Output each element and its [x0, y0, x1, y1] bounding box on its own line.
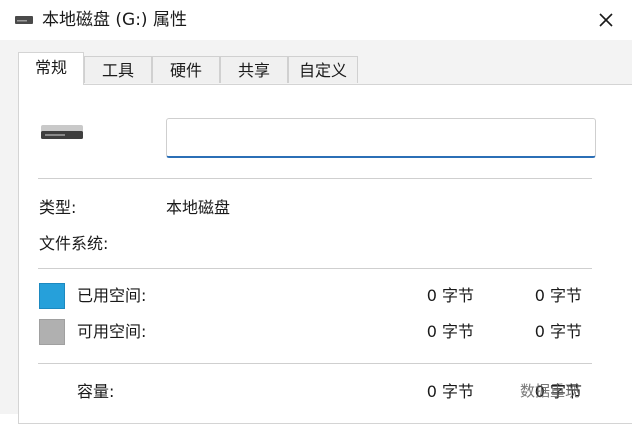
- used-space-size: 0 字节: [534, 286, 582, 305]
- tab-general[interactable]: 常规: [18, 52, 84, 85]
- tab-hardware[interactable]: 硬件: [152, 56, 220, 83]
- capacity-label: 容量:: [77, 382, 115, 401]
- free-space-label: 可用空间:: [77, 322, 147, 341]
- window-title: 本地磁盘 (G:) 属性: [42, 10, 187, 30]
- used-space-bytes: 0 字节: [426, 286, 474, 305]
- tab-sharing[interactable]: 共享: [220, 56, 288, 83]
- divider: [38, 178, 592, 179]
- type-label: 类型:: [39, 198, 77, 217]
- volume-name-input[interactable]: [166, 118, 596, 158]
- tab-strip: 常规 工具 硬件 共享 自定义: [0, 40, 632, 85]
- free-space-swatch: [39, 319, 65, 345]
- divider: [38, 268, 592, 269]
- tab-tools[interactable]: 工具: [84, 56, 152, 83]
- free-space-bytes: 0 字节: [426, 322, 474, 341]
- type-value: 本地磁盘: [166, 198, 231, 217]
- capacity-bytes: 0 字节: [426, 382, 474, 401]
- close-button[interactable]: [590, 4, 622, 36]
- watermark: 数据重现: [520, 382, 581, 400]
- used-space-swatch: [39, 283, 65, 309]
- divider: [38, 363, 592, 364]
- filesystem-label: 文件系统:: [39, 234, 109, 253]
- drive-icon: [15, 16, 33, 24]
- drive-icon: [41, 125, 83, 139]
- tab-customize[interactable]: 自定义: [288, 56, 358, 83]
- dialog-content: 常规 工具 硬件 共享 自定义: [0, 40, 632, 424]
- free-space-size: 0 字节: [534, 322, 582, 341]
- close-icon: [599, 13, 613, 27]
- used-space-label: 已用空间:: [77, 286, 147, 305]
- title-bar: 本地磁盘 (G:) 属性: [0, 0, 632, 40]
